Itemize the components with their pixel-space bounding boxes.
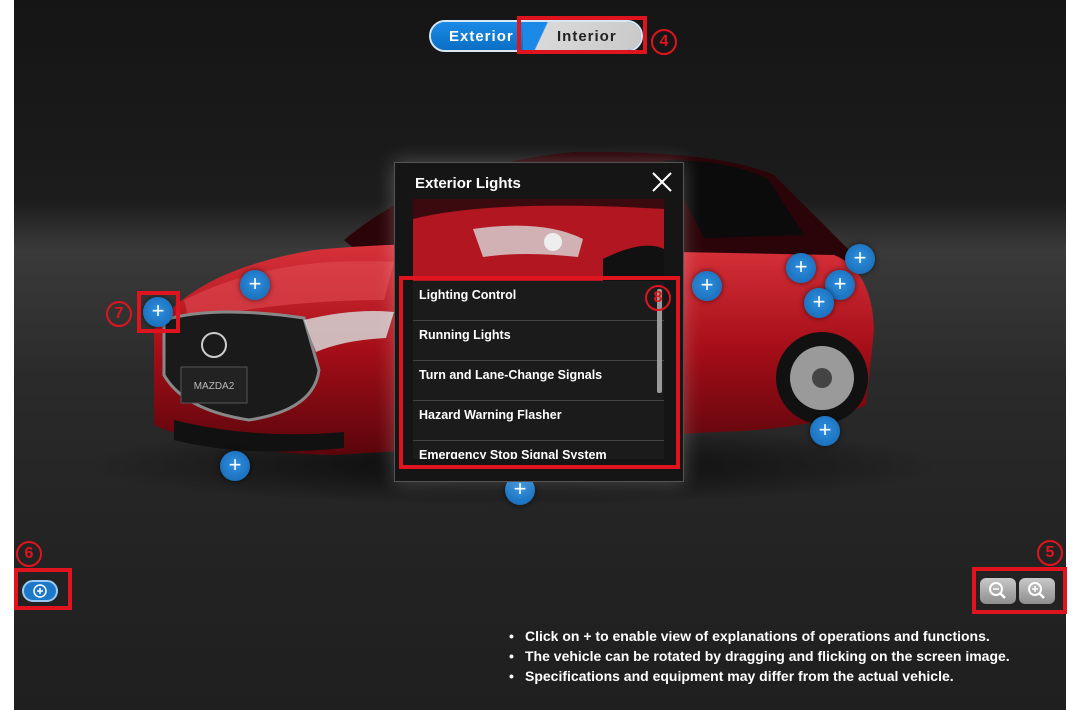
hotspot-plus-button[interactable]: + <box>143 297 173 327</box>
zoom-out-icon <box>989 582 1006 599</box>
usage-notes: Click on + to enable view of explanation… <box>509 628 1010 688</box>
note-item: Specifications and equipment may differ … <box>509 668 1010 684</box>
hotspot-plus-button[interactable]: + <box>220 451 250 481</box>
hotspot-plus-button[interactable]: + <box>692 271 722 301</box>
zoom-in-icon <box>1028 582 1045 599</box>
menu-item-turn-signals[interactable]: Turn and Lane-Change Signals <box>413 361 664 401</box>
zoom-in-button[interactable] <box>1019 578 1055 604</box>
annotation-marker: 4 <box>651 29 677 55</box>
menu-item-hazard-flasher[interactable]: Hazard Warning Flasher <box>413 401 664 441</box>
menu-item-lighting-control[interactable]: Lighting Control <box>413 281 664 321</box>
view-toggle[interactable]: Exterior Interior <box>429 20 643 52</box>
hotspot-plus-button[interactable]: + <box>845 244 875 274</box>
note-item: Click on + to enable view of explanation… <box>509 628 1010 644</box>
hotspot-plus-button[interactable]: + <box>810 416 840 446</box>
popup-menu-list[interactable]: Lighting Control Running Lights Turn and… <box>413 281 664 459</box>
exterior-lights-popup: Exterior Lights Lighting Control Running… <box>394 162 684 482</box>
annotation-marker: 7 <box>106 301 132 327</box>
exterior-tab[interactable]: Exterior <box>431 22 527 50</box>
annotation-marker: 5 <box>1037 540 1063 566</box>
plate-text: MAZDA2 <box>194 381 235 392</box>
viewer-stage[interactable]: MAZDA2 + + + + + + + + + + Exterior Inte… <box>14 0 1066 710</box>
popup-title: Exterior Lights <box>415 175 521 192</box>
toggle-hotspots-button[interactable] <box>22 580 58 602</box>
close-icon[interactable] <box>651 171 673 193</box>
interior-tab[interactable]: Interior <box>523 22 641 50</box>
hotspot-plus-button[interactable]: + <box>240 270 270 300</box>
annotation-marker: 8 <box>645 285 671 311</box>
plus-circle-icon <box>33 584 47 598</box>
menu-item-emergency-stop-signal[interactable]: Emergency Stop Signal System <box>413 441 664 459</box>
hotspot-plus-button[interactable]: + <box>786 253 816 283</box>
note-item: The vehicle can be rotated by dragging a… <box>509 648 1010 664</box>
zoom-out-button[interactable] <box>980 578 1016 604</box>
hotspot-plus-button[interactable]: + <box>804 288 834 318</box>
popup-thumbnail <box>413 199 664 281</box>
annotation-marker: 6 <box>16 541 42 567</box>
menu-item-running-lights[interactable]: Running Lights <box>413 321 664 361</box>
